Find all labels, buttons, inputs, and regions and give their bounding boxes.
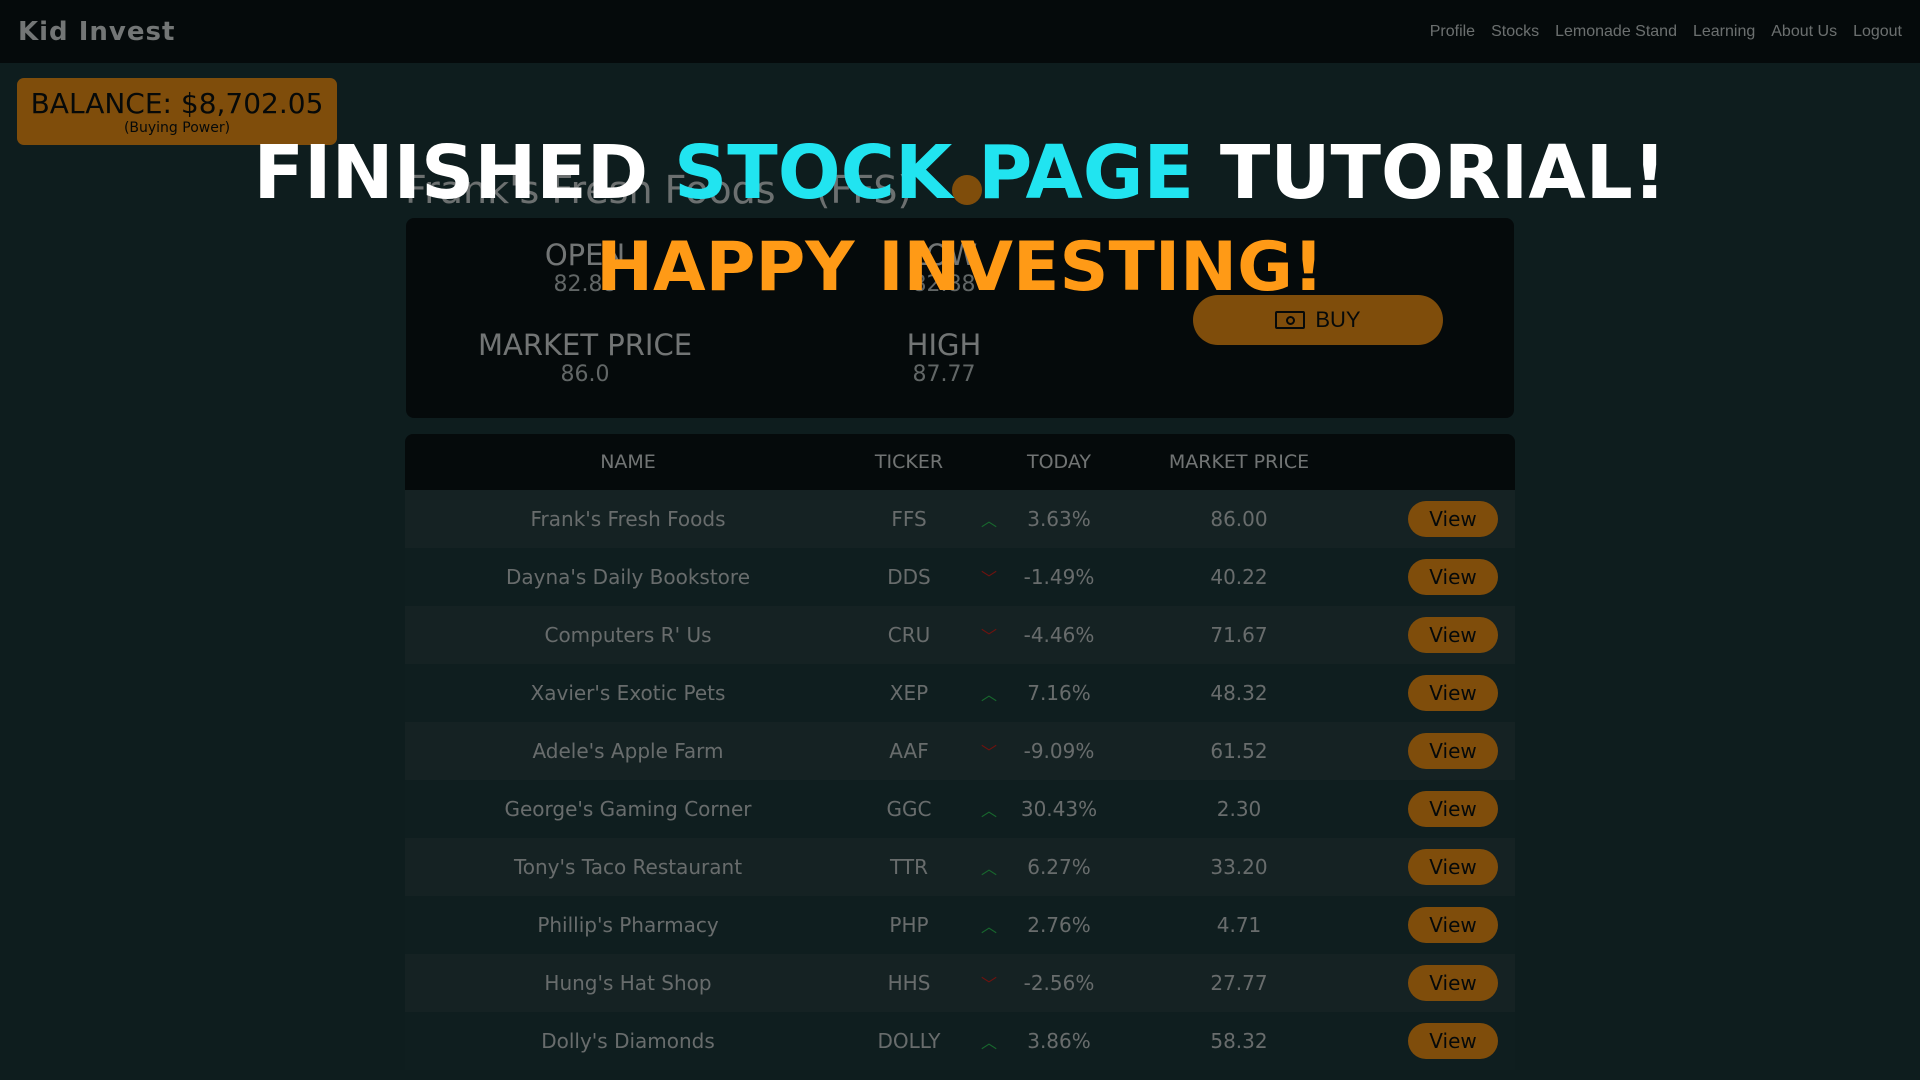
tutorial-title-part2: TUTORIAL!: [1194, 130, 1667, 216]
tutorial-title-part1: FINISHED: [253, 130, 674, 216]
tutorial-overlay[interactable]: FINISHED STOCK PAGE TUTORIAL! HAPPY INVE…: [0, 0, 1920, 1080]
tutorial-title: FINISHED STOCK PAGE TUTORIAL!: [0, 130, 1920, 216]
tutorial-subtitle: HAPPY INVESTING!: [596, 228, 1324, 307]
tutorial-title-accent: STOCK PAGE: [674, 130, 1195, 216]
